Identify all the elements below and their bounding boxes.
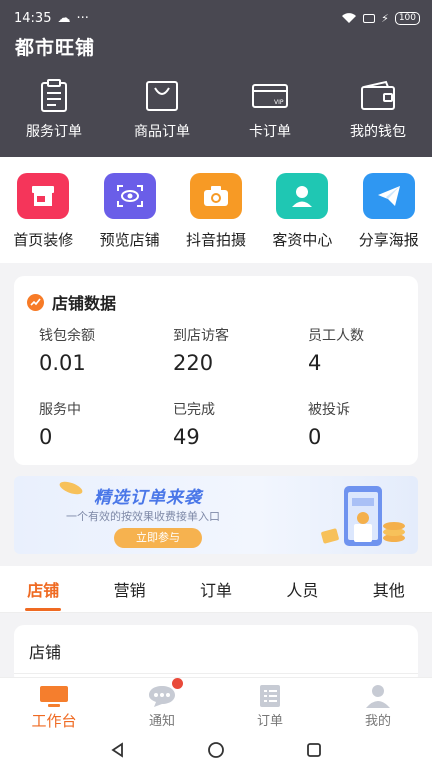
person-icon	[276, 173, 329, 219]
stat-visitors[interactable]: 到店访客 220	[173, 325, 293, 375]
tab-other[interactable]: 其他	[346, 566, 432, 612]
nav-notifications[interactable]: 通知	[108, 678, 216, 731]
tab-store[interactable]: 店铺	[0, 566, 86, 612]
tool-label: 预览店铺	[99, 231, 160, 249]
stat-value: 0	[39, 425, 53, 449]
stat-label: 已完成	[173, 402, 215, 418]
stat-label: 到店访客	[173, 328, 229, 344]
join-now-button[interactable]: 立即参与	[114, 528, 202, 548]
promo-banner[interactable]: 精选订单来袭 一个有效的按效果收费接单入口 立即参与	[14, 476, 418, 554]
quick-label: 商品订单	[134, 124, 190, 140]
preview-store-button[interactable]: 预览店铺	[86, 157, 172, 263]
stat-value: 220	[173, 351, 214, 375]
store-data-card: 店铺数据 钱包余额 0.01 到店访客 220 员工人数 4 服务中 0 已完成…	[14, 276, 418, 465]
home-icon[interactable]	[207, 741, 225, 759]
stat-label: 被投诉	[308, 402, 350, 418]
store-data-title: 店铺数据	[52, 294, 117, 313]
phone-illustration	[321, 486, 405, 546]
nav-label: 我的	[364, 714, 391, 729]
tool-label: 抖音拍摄	[185, 231, 246, 249]
stat-value: 0.01	[39, 351, 86, 375]
more-dots-icon: ···	[76, 10, 89, 26]
back-icon[interactable]	[110, 741, 126, 758]
user-icon	[366, 685, 390, 708]
svg-text:VIP: VIP	[274, 99, 284, 106]
tool-label: 首页装修	[13, 231, 74, 249]
cloud-icon: ☁	[57, 10, 71, 26]
status-time: 14:35	[14, 10, 52, 26]
nav-label: 订单	[256, 714, 283, 729]
wifi-icon	[342, 13, 357, 23]
notification-badge	[172, 678, 183, 689]
stat-completed[interactable]: 已完成 49	[173, 399, 293, 449]
tab-orders[interactable]: 订单	[173, 566, 259, 612]
storefront-icon	[17, 173, 70, 219]
app-title: 都市旺铺	[15, 37, 96, 59]
header: 14:35 ☁ ··· ⚡ 100 都市旺铺 服务订单 商品订单 VIP 卡订单…	[0, 0, 432, 157]
stat-value: 49	[173, 425, 200, 449]
eye-scan-icon	[103, 173, 156, 219]
clipboard-icon	[41, 79, 67, 112]
list-icon	[260, 685, 280, 707]
nav-mine[interactable]: 我的	[324, 678, 432, 731]
tab-staff[interactable]: 人员	[259, 566, 345, 612]
battery-icon: 100	[394, 11, 420, 25]
divider	[14, 673, 418, 674]
stat-value: 4	[308, 351, 322, 375]
quick-label: 我的钱包	[350, 124, 406, 140]
stat-complaints[interactable]: 被投诉 0	[308, 399, 428, 449]
card-orders-button[interactable]: VIP 卡订单	[216, 78, 324, 141]
tool-label: 客资中心	[272, 231, 333, 249]
camera-icon	[189, 173, 242, 219]
homepage-decoration-button[interactable]: 首页装修	[0, 157, 86, 263]
stat-value: 0	[308, 425, 322, 449]
stat-staff-count[interactable]: 员工人数 4	[308, 325, 428, 375]
stat-wallet-balance[interactable]: 钱包余额 0.01	[39, 325, 159, 375]
bottom-nav: 工作台 通知 订单 我的	[0, 677, 432, 731]
quick-label: 卡订单	[249, 124, 291, 140]
store-section: 店铺	[14, 625, 418, 685]
tab-marketing[interactable]: 营销	[86, 566, 172, 612]
quick-label: 服务订单	[26, 124, 82, 140]
screen-icon	[363, 13, 376, 23]
trend-icon	[27, 293, 44, 311]
paper-plane-icon	[362, 173, 415, 219]
section-title: 店铺	[29, 643, 62, 662]
stat-in-service[interactable]: 服务中 0	[39, 399, 159, 449]
banner-title: 精选订单来袭	[94, 488, 202, 508]
stat-label: 钱包余额	[39, 328, 95, 344]
stat-label: 员工人数	[308, 328, 364, 344]
nav-workbench[interactable]: 工作台	[0, 678, 108, 731]
vip-card-icon: VIP	[252, 84, 288, 108]
stat-label: 服务中	[39, 402, 81, 418]
monitor-icon	[40, 686, 68, 707]
coin-decoration	[59, 481, 83, 495]
customer-center-button[interactable]: 客资中心	[259, 157, 345, 263]
product-orders-button[interactable]: 商品订单	[108, 78, 216, 141]
share-poster-button[interactable]: 分享海报	[346, 157, 432, 263]
chat-bubble-icon	[149, 686, 175, 707]
douyin-shoot-button[interactable]: 抖音拍摄	[173, 157, 259, 263]
tools-row: 首页装修 预览店铺 抖音拍摄 客资中心 分享海报	[0, 157, 432, 263]
status-bar: 14:35 ☁ ··· ⚡ 100	[14, 8, 420, 28]
nav-label: 通知	[148, 714, 175, 729]
category-tabs: 店铺 营销 订单 人员 其他	[0, 566, 432, 613]
nav-orders[interactable]: 订单	[216, 678, 324, 731]
banner-subtitle: 一个有效的按效果收费接单入口	[66, 510, 220, 523]
shopping-bag-icon	[146, 81, 178, 111]
charging-icon: ⚡	[381, 11, 389, 25]
my-wallet-button[interactable]: 我的钱包	[324, 78, 432, 141]
nav-label: 工作台	[31, 712, 77, 730]
tool-label: 分享海报	[358, 231, 419, 249]
system-nav-bar	[0, 731, 432, 768]
service-orders-button[interactable]: 服务订单	[0, 78, 108, 141]
wallet-icon	[361, 80, 395, 110]
recents-icon[interactable]	[306, 742, 322, 758]
